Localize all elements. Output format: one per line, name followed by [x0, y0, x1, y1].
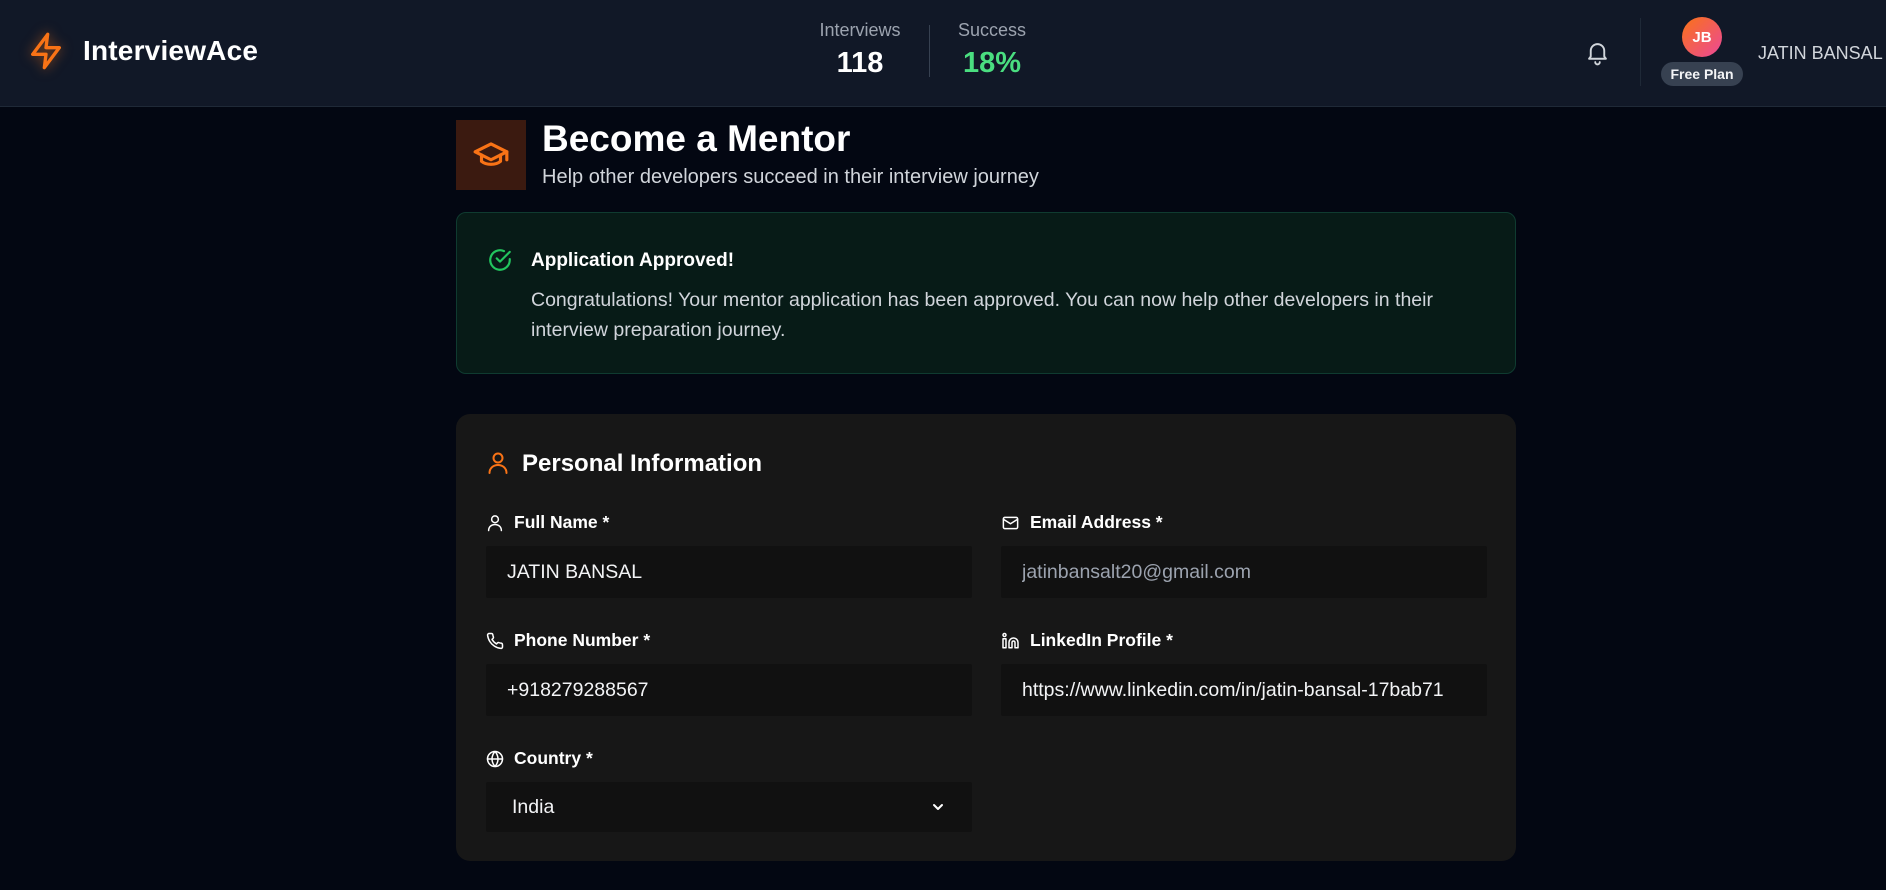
section-title: Personal Information	[522, 450, 763, 477]
country-label-text: Country *	[514, 748, 593, 768]
country-label: Country *	[486, 748, 593, 769]
page-subtitle: Help other developers succeed in their i…	[542, 166, 1039, 188]
alert-message: Congratulations! Your mentor application…	[531, 289, 1433, 341]
chevron-down-icon	[933, 804, 943, 810]
personal-information-card: Personal Information Full Name * Email A…	[456, 414, 1516, 861]
linkedin-input[interactable]	[1001, 664, 1487, 716]
email-label-text: Email Address *	[1030, 512, 1163, 532]
check-circle-icon	[489, 249, 511, 271]
page-title-icon-box	[456, 120, 526, 190]
plan-badge: Free Plan	[1661, 62, 1743, 86]
interviews-label: Interviews	[819, 20, 901, 40]
user-icon	[487, 514, 503, 531]
linkedin-icon	[1002, 632, 1019, 648]
email-input[interactable]	[1001, 546, 1487, 598]
email-label: Email Address *	[1001, 512, 1163, 533]
lightning-icon[interactable]	[26, 30, 66, 72]
header-divider	[1640, 18, 1641, 86]
interviews-stat: Interviews 118	[810, 20, 910, 80]
top-header: InterviewAce Interviews 118 Success 18% …	[0, 0, 1886, 107]
success-rate: 18%	[962, 47, 1022, 79]
linkedin-label: LinkedIn Profile *	[1001, 630, 1173, 651]
phone-input[interactable]	[486, 664, 972, 716]
mail-icon	[1002, 516, 1019, 529]
interviews-count: 118	[836, 47, 884, 79]
approval-alert: Application Approved! Congratulations! Y…	[456, 212, 1516, 374]
full-name-label-text: Full Name *	[514, 512, 610, 532]
success-stat: Success 18%	[942, 20, 1042, 80]
alert-title: Application Approved!	[531, 250, 735, 271]
avatar[interactable]: JB	[1682, 17, 1722, 57]
phone-icon	[486, 632, 504, 649]
bell-icon[interactable]	[1584, 38, 1611, 66]
full-name-label: Full Name *	[486, 512, 609, 533]
graduation-cap-icon	[473, 142, 509, 166]
full-name-input[interactable]	[486, 546, 972, 598]
phone-label: Phone Number *	[486, 630, 650, 651]
phone-label-text: Phone Number *	[514, 630, 651, 650]
stat-divider	[929, 25, 930, 77]
app-name[interactable]: InterviewAce	[83, 35, 258, 67]
country-selected-value: India	[512, 795, 555, 818]
globe-icon	[486, 750, 504, 767]
country-select[interactable]: India	[486, 782, 972, 832]
page-title: Become a Mentor	[542, 118, 851, 159]
user-name[interactable]: JATIN BANSAL	[1758, 43, 1883, 64]
success-label: Success	[957, 20, 1027, 40]
linkedin-label-text: LinkedIn Profile *	[1030, 630, 1173, 650]
user-icon	[488, 452, 508, 474]
